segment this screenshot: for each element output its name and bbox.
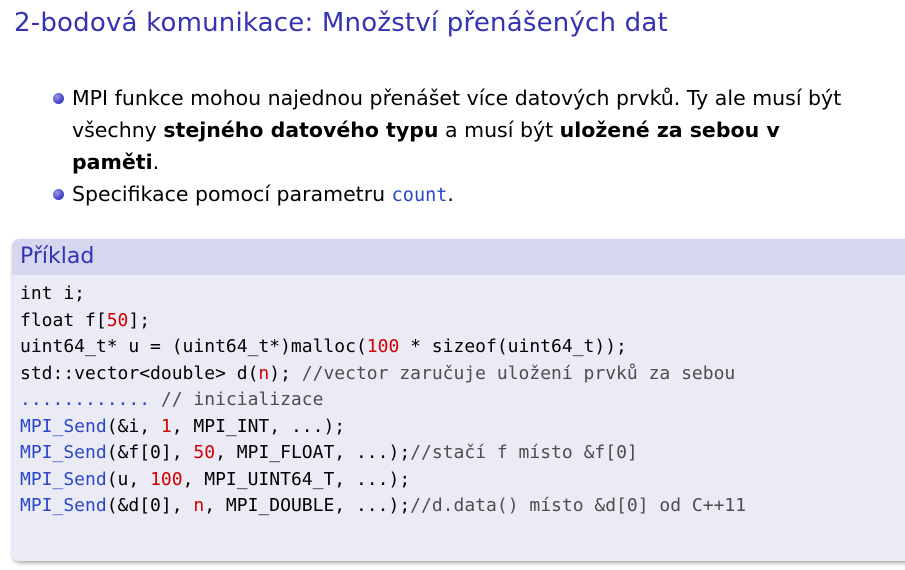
- code-token: 100: [366, 336, 400, 357]
- inline-code: count: [391, 185, 448, 206]
- code-token: 100: [150, 468, 183, 490]
- code-token: n: [193, 495, 205, 516]
- bullet-item: Specifikace pomocí parametru count.: [52, 178, 872, 212]
- code-token: * sizeof(uint64_t));: [399, 336, 627, 357]
- code-token: (&d[0],: [106, 495, 194, 516]
- code-line: ............ // inicializace: [20, 387, 905, 414]
- code-token: 50: [106, 309, 129, 331]
- code-token: uint64_t* u = (uint64_t*)malloc(: [20, 336, 367, 357]
- code-line: float f[50];: [20, 308, 905, 335]
- code-line: MPI_Send(&d[0], n, MPI_DOUBLE, ...);//d.…: [20, 493, 905, 520]
- code-token: MPI_Send: [20, 495, 107, 516]
- code-token: //d.data() místo &d[0] od C++11: [410, 495, 747, 516]
- slide-title: 2-bodová komunikace: Množství přenášenýc…: [14, 8, 668, 38]
- code-line: MPI_Send(u, 100, MPI_UINT64_T, ...);: [20, 467, 905, 494]
- code-token: (u,: [106, 468, 151, 490]
- code-token: //stačí f místo &f[0]: [410, 442, 638, 463]
- code-token: (&f[0],: [106, 442, 194, 463]
- bullet-icon: [53, 93, 64, 104]
- code-token: ............: [20, 389, 161, 410]
- code-token: ];: [128, 309, 151, 331]
- bullet-text: .: [152, 150, 160, 174]
- bullet-text: a musí být: [438, 118, 560, 142]
- code-token: , MPI_UINT64_T, ...);: [182, 468, 411, 490]
- code-token: n: [258, 362, 270, 384]
- code-token: MPI_Send: [20, 442, 107, 463]
- code-line: std::vector<double> d(n); //vector zaruč…: [20, 361, 905, 388]
- code-token: //vector zaručuje uložení prvků za sebou: [301, 362, 736, 384]
- code-token: // inicializace: [160, 389, 324, 410]
- bullet-bold-text: stejného datového typu: [163, 118, 439, 142]
- code-token: float f[: [20, 309, 107, 331]
- code-line: MPI_Send(&f[0], 50, MPI_FLOAT, ...);//st…: [20, 440, 905, 467]
- bullet-list: MPI funkce mohou najednou přenášet více …: [52, 82, 872, 212]
- bullet-icon: [53, 189, 64, 200]
- bullet-item: MPI funkce mohou najednou přenášet více …: [52, 82, 872, 178]
- code-token: std::vector<double> d(: [20, 362, 259, 384]
- example-block: Příklad int i; float f[50]; uint64_t* u = …: [12, 239, 905, 561]
- code-token: , MPI_FLOAT, ...);: [215, 442, 411, 463]
- code-token: MPI_Send: [20, 415, 107, 437]
- code-token: , MPI_DOUBLE, ...);: [204, 495, 411, 516]
- code-line: MPI_Send(&i, 1, MPI_INT, ...);: [20, 414, 905, 441]
- code-token: (&i,: [106, 415, 161, 437]
- code-token: MPI_Send: [20, 468, 107, 490]
- code-token: );: [269, 362, 302, 384]
- code-line: uint64_t* u = (uint64_t*)malloc(100 * si…: [20, 334, 905, 361]
- example-heading: Příklad: [12, 239, 905, 275]
- bullet-text: Specifikace pomocí parametru: [72, 182, 392, 206]
- code-listing: int i; float f[50]; uint64_t* u = (uint64_…: [12, 275, 905, 561]
- code-line: int i;: [20, 281, 905, 308]
- code-token: int i;: [20, 283, 86, 304]
- bullet-text: .: [447, 182, 454, 206]
- code-token: 1: [160, 415, 172, 437]
- code-token: , MPI_INT, ...);: [171, 415, 346, 437]
- code-token: 50: [193, 442, 216, 463]
